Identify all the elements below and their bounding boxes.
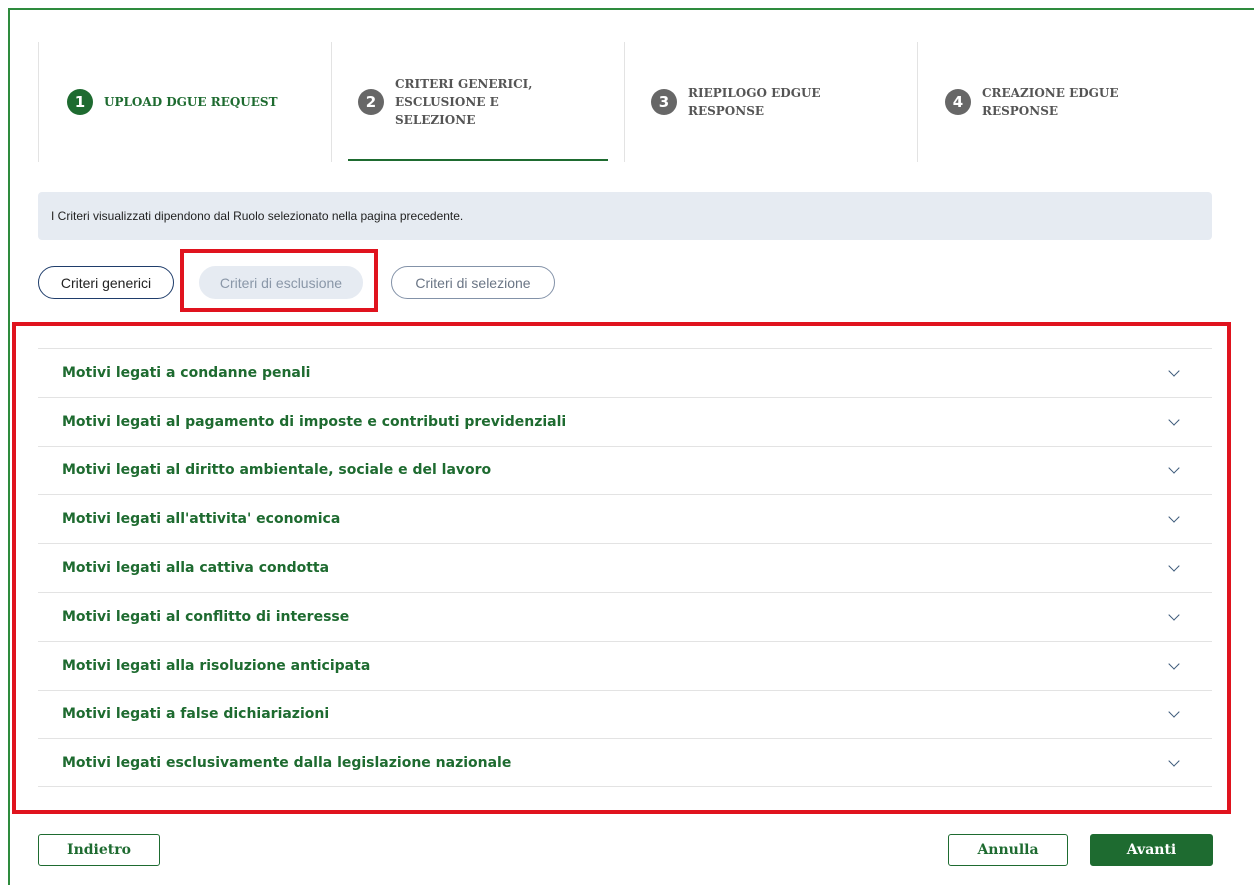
step-1[interactable]: 1 UPLOAD DGUE REQUEST	[67, 42, 327, 162]
step-2[interactable]: 2 CRITERI GENERICI, ESCLUSIONE E SELEZIO…	[358, 42, 608, 162]
chevron-down-icon[interactable]	[1168, 365, 1180, 377]
chevron-down-icon[interactable]	[1168, 706, 1180, 719]
accordion-item[interactable]: Motivi legati esclusivamente dalla legis…	[38, 738, 1212, 788]
step-label: CREAZIONE EDGUE RESPONSE	[982, 86, 1119, 118]
chevron-down-icon[interactable]	[1168, 609, 1180, 621]
accordion-item-label: Motivi legati al diritto ambientale, soc…	[62, 462, 492, 479]
cancel-button[interactable]: Annulla	[948, 834, 1068, 866]
highlight-box-tab	[180, 249, 378, 312]
chevron-down-icon[interactable]	[1168, 414, 1180, 426]
step-label: CRITERI GENERICI, ESCLUSIONE E SELEZIONE	[395, 77, 533, 127]
accordion-item-label: Motivi legati all'attivita' economica	[62, 511, 341, 528]
accordion-item-label: Motivi legati al conflitto di interesse	[62, 608, 350, 625]
exclusion-criteria-accordion: Motivi legati a condanne penali Motivi l…	[38, 348, 1212, 788]
accordion-item-label: Motivi legati a condanne penali	[62, 364, 311, 381]
step-number-badge: 2	[358, 89, 384, 115]
accordion-item[interactable]: Motivi legati al diritto ambientale, soc…	[38, 445, 1212, 495]
step-number-badge: 1	[67, 89, 93, 115]
step-number-badge: 4	[945, 89, 971, 115]
step-divider	[38, 42, 39, 162]
chevron-down-icon[interactable]	[1168, 511, 1180, 523]
wizard-stepper: 1 UPLOAD DGUE REQUEST 2 CRITERI GENERICI…	[38, 42, 1210, 164]
step-label: UPLOAD DGUE REQUEST	[104, 95, 278, 109]
chevron-down-icon[interactable]	[1168, 755, 1180, 767]
accordion-item-label: Motivi legati a false dichiariazioni	[62, 706, 330, 723]
next-button[interactable]: Avanti	[1090, 834, 1213, 866]
info-message: I Criteri visualizzati dipendono dal Ruo…	[38, 192, 1212, 240]
tab-criteri-selezione[interactable]: Criteri di selezione	[391, 266, 555, 299]
step-number-badge: 3	[651, 89, 677, 115]
step-divider	[624, 42, 625, 162]
accordion-item-label: Motivi legati alla risoluzione anticipat…	[62, 657, 371, 674]
step-4[interactable]: 4 CREAZIONE EDGUE RESPONSE	[945, 42, 1195, 162]
accordion-item-label: Motivi legati al pagamento di imposte e …	[62, 413, 567, 430]
accordion-item-label: Motivi legati alla cattiva condotta	[62, 560, 330, 577]
accordion-item[interactable]: Motivi legati all'attivita' economica	[38, 494, 1212, 543]
step-3[interactable]: 3 RIEPILOGO EDGUE RESPONSE	[651, 42, 901, 162]
accordion-item[interactable]: Motivi legati alla risoluzione anticipat…	[38, 640, 1212, 690]
chevron-down-icon[interactable]	[1168, 560, 1180, 572]
accordion-item-label: Motivi legati esclusivamente dalla legis…	[62, 754, 512, 771]
chevron-down-icon[interactable]	[1168, 462, 1180, 475]
step-divider	[917, 42, 918, 162]
tab-criteri-generici[interactable]: Criteri generici	[38, 266, 174, 299]
chevron-down-icon[interactable]	[1168, 658, 1180, 670]
accordion-item[interactable]: Motivi legati al conflitto di interesse	[38, 591, 1212, 641]
accordion-item[interactable]: Motivi legati a false dichiariazioni	[38, 689, 1212, 739]
step-divider	[331, 42, 332, 162]
accordion-item[interactable]: Motivi legati a condanne penali	[38, 348, 1212, 397]
back-button[interactable]: Indietro	[38, 834, 160, 866]
accordion-item[interactable]: Motivi legati alla cattiva condotta	[38, 543, 1212, 592]
step-label: RIEPILOGO EDGUE RESPONSE	[688, 86, 821, 118]
current-step-indicator	[348, 159, 608, 161]
accordion-item[interactable]: Motivi legati al pagamento di imposte e …	[38, 396, 1212, 446]
